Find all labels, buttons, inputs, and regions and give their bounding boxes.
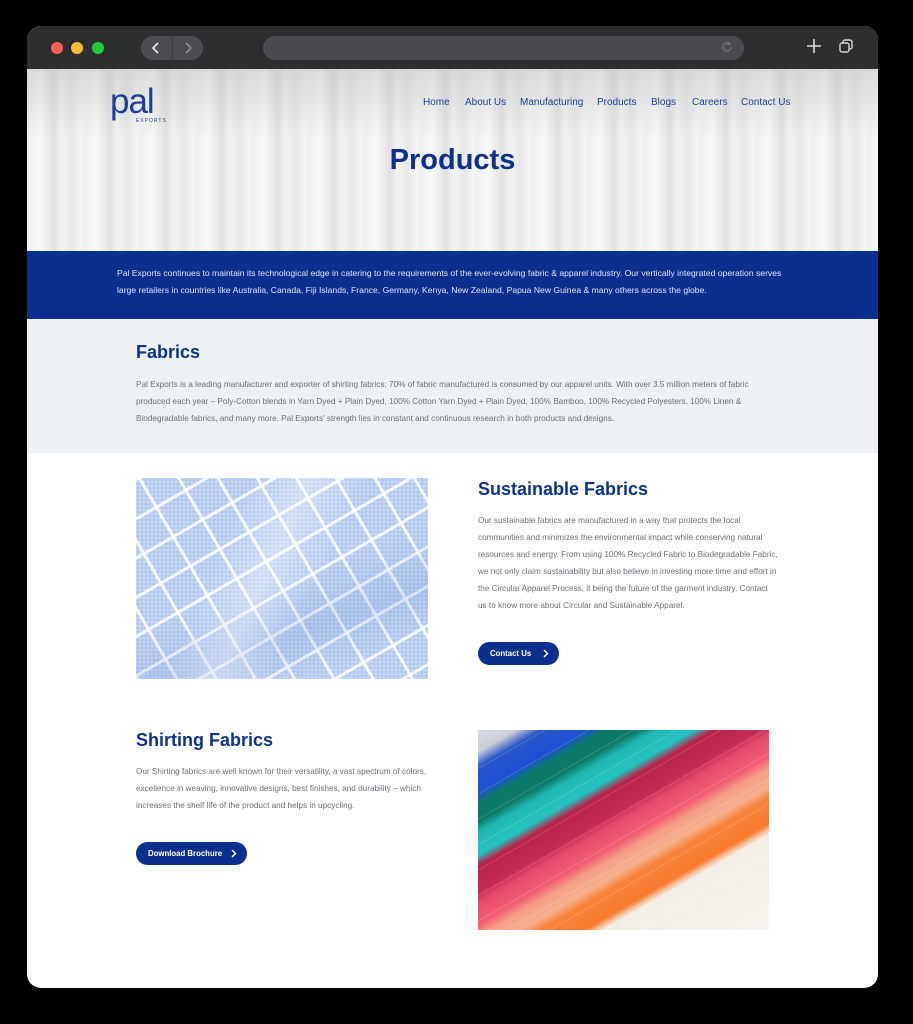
fabrics-text: Pal Exports is a leading manufacturer an… (136, 380, 749, 423)
download-brochure-button-label: Download Brochure (148, 849, 223, 858)
sustainable-fabrics-text: Our sustainable fabrics are manufactured… (478, 516, 778, 610)
intro-text: Pal Exports continues to maintain its te… (117, 268, 782, 295)
logo-subtext: EXPORTS (136, 118, 167, 124)
browser-window: pal EXPORTS Home About Us Manufacturing … (27, 26, 878, 988)
forward-button[interactable] (171, 36, 204, 60)
new-tab-icon[interactable] (805, 37, 823, 55)
chevron-right-icon (543, 649, 549, 658)
nav-item-careers[interactable]: Careers (692, 97, 728, 108)
contact-us-button-label: Contact Us (490, 649, 532, 658)
download-brochure-button[interactable]: Download Brochure (136, 842, 247, 865)
nav-item-contact-us[interactable]: Contact Us (741, 97, 790, 108)
chevron-right-icon (185, 42, 193, 54)
reload-icon[interactable] (720, 40, 734, 54)
shirting-fabrics-text: Our Shirting fabrics are well known for … (136, 767, 427, 810)
tab-overview-icon[interactable] (839, 39, 853, 53)
nav-item-products[interactable]: Products (597, 97, 636, 108)
chevron-left-icon (151, 42, 159, 54)
back-button[interactable] (141, 36, 172, 60)
shirting-fabrics-image (478, 730, 769, 930)
main-nav: Home About Us Manufacturing Products Blo… (27, 97, 878, 111)
nav-item-blogs[interactable]: Blogs (651, 97, 676, 108)
hero-banner: pal EXPORTS Home About Us Manufacturing … (27, 69, 878, 251)
contact-us-button[interactable]: Contact Us (478, 642, 559, 665)
chevron-right-icon (231, 849, 237, 858)
intro-band: Pal Exports continues to maintain its te… (27, 251, 878, 319)
close-window-button[interactable] (51, 42, 63, 54)
browser-toolbar (27, 26, 878, 69)
maximize-window-button[interactable] (92, 42, 104, 54)
fabrics-section: Fabrics Pal Exports is a leading manufac… (27, 319, 878, 453)
sustainable-fabric-image (136, 478, 428, 679)
nav-item-home[interactable]: Home (423, 97, 450, 108)
minimize-window-button[interactable] (71, 42, 83, 54)
history-nav (141, 36, 203, 60)
fabrics-heading: Fabrics (136, 342, 201, 362)
nav-item-manufacturing[interactable]: Manufacturing (520, 97, 583, 108)
sustainable-fabrics-heading: Sustainable Fabrics (478, 479, 649, 499)
shirting-fabrics-heading: Shirting Fabrics (136, 730, 274, 750)
address-bar[interactable] (263, 36, 744, 60)
nav-item-about-us[interactable]: About Us (465, 97, 506, 108)
page-title: Products (389, 144, 516, 176)
